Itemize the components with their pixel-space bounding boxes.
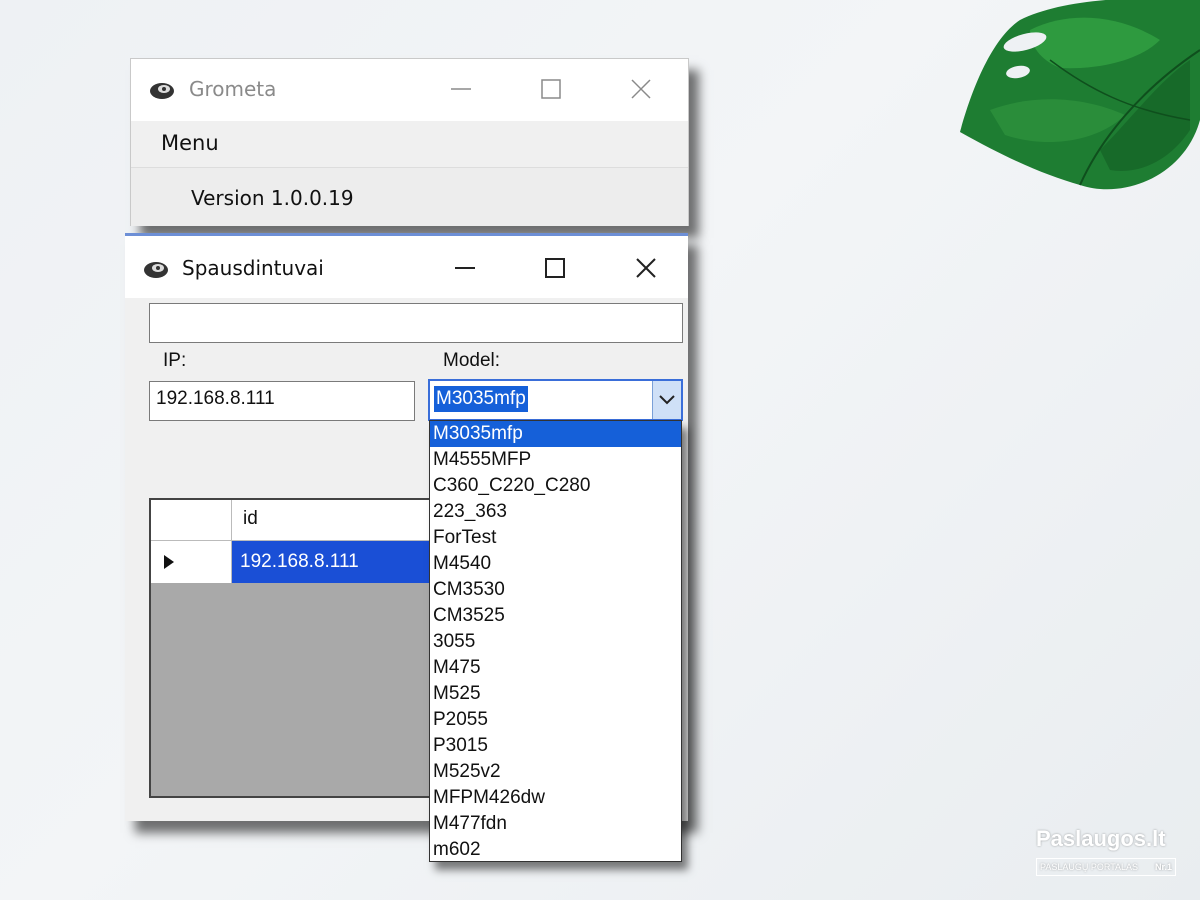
model-select[interactable]: M3035mfp	[428, 379, 683, 421]
model-dropdown-list[interactable]: M3035mfp M4555MFP C360_C220_C280 223_363 For…	[429, 420, 682, 862]
model-option[interactable]: M4540	[430, 551, 681, 577]
row-pointer-icon	[164, 555, 174, 569]
model-option[interactable]: M475	[430, 655, 681, 681]
watermark-rank: Nr.1	[1154, 862, 1172, 872]
maximize-icon	[545, 258, 565, 278]
ip-field[interactable]: 192.168.8.111	[149, 381, 415, 421]
grid-column-header-id[interactable]: id	[243, 508, 258, 530]
menu-bar: Menu	[131, 121, 688, 167]
grid-header: id	[151, 500, 437, 541]
printers-grid[interactable]: id 192.168.8.111	[149, 498, 439, 798]
model-label: Model:	[443, 350, 501, 371]
grid-corner[interactable]	[151, 500, 232, 540]
watermark: Paslaugos.lt PASLAUGŲ PORTALAS Nr.1	[1036, 826, 1176, 878]
model-select-value: M3035mfp	[434, 386, 528, 412]
grid-cell-id[interactable]: 192.168.8.111	[232, 541, 437, 583]
main-window: Grometa Menu Version 1.0.0.19	[130, 58, 689, 226]
version-bar: Version 1.0.0.19	[131, 167, 688, 226]
search-input[interactable]	[149, 303, 683, 343]
printers-window-title: Spausdintuvai	[182, 256, 324, 280]
model-option[interactable]: CM3530	[430, 577, 681, 603]
model-option[interactable]: MFPM426dw	[430, 785, 681, 811]
close-button[interactable]	[626, 250, 666, 286]
model-option[interactable]: m602	[430, 837, 681, 863]
watermark-tagline: PASLAUGŲ PORTALAS	[1040, 862, 1139, 872]
minimize-icon	[451, 88, 471, 90]
close-button[interactable]	[621, 71, 661, 107]
main-window-title: Grometa	[189, 77, 277, 101]
minimize-icon	[455, 267, 475, 269]
model-option[interactable]: M525v2	[430, 759, 681, 785]
model-option[interactable]: M525	[430, 681, 681, 707]
model-option[interactable]: P3015	[430, 733, 681, 759]
minimize-button[interactable]	[441, 71, 481, 107]
model-option[interactable]: 223_363	[430, 499, 681, 525]
close-icon	[631, 79, 651, 99]
chevron-down-icon	[659, 395, 675, 405]
main-titlebar[interactable]: Grometa	[131, 59, 688, 121]
model-option[interactable]: M3035mfp	[430, 421, 681, 447]
model-option[interactable]: CM3525	[430, 603, 681, 629]
maximize-button[interactable]	[531, 71, 571, 107]
watermark-tagline-box: PASLAUGŲ PORTALAS Nr.1	[1036, 858, 1176, 876]
model-option[interactable]: P2055	[430, 707, 681, 733]
model-option[interactable]: M4555MFP	[430, 447, 681, 473]
app-icon	[150, 83, 174, 99]
model-dropdown-button[interactable]	[652, 381, 681, 419]
model-option[interactable]: 3055	[430, 629, 681, 655]
model-option[interactable]: M477fdn	[430, 811, 681, 837]
minimize-button[interactable]	[445, 250, 485, 286]
model-option[interactable]: ForTest	[430, 525, 681, 551]
ip-label: IP:	[163, 350, 187, 371]
model-option[interactable]: C360_C220_C280	[430, 473, 681, 499]
maximize-button[interactable]	[535, 250, 575, 286]
watermark-brand: Paslaugos.lt	[1036, 826, 1166, 851]
close-icon	[636, 258, 656, 278]
version-label: Version 1.0.0.19	[191, 186, 354, 210]
printers-titlebar[interactable]: Spausdintuvai	[125, 236, 688, 298]
maximize-icon	[541, 79, 561, 99]
table-row[interactable]: 192.168.8.111	[151, 541, 437, 583]
app-icon	[144, 262, 168, 278]
row-header[interactable]	[151, 541, 232, 583]
plant-leaf-icon	[960, 0, 1200, 190]
menu-item[interactable]: Menu	[161, 131, 219, 155]
